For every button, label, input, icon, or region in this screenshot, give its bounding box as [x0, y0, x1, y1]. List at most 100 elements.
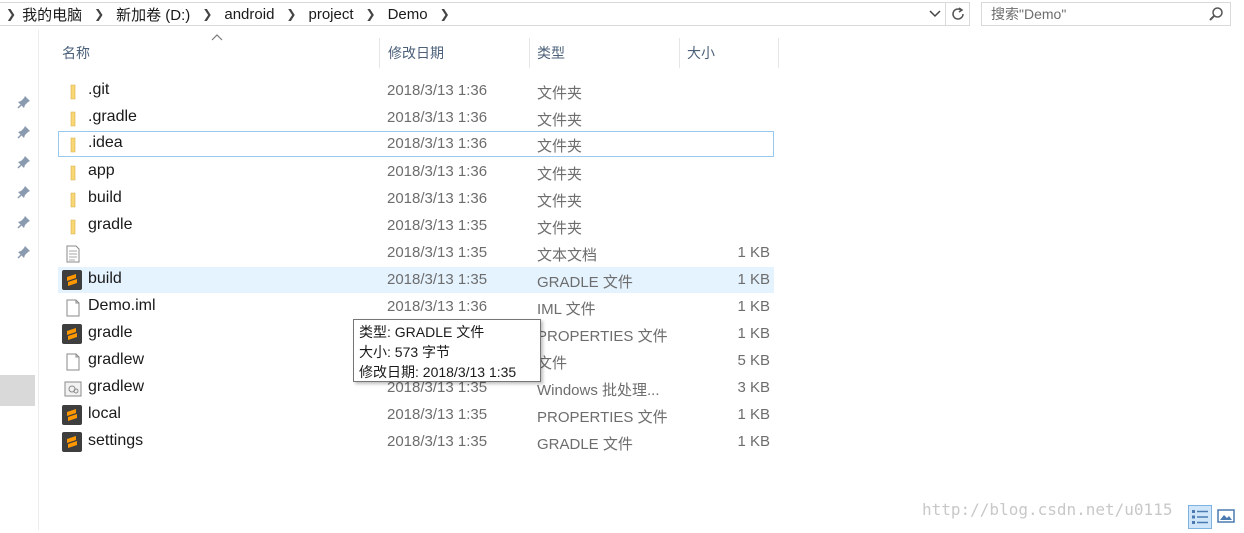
folder-icon: [70, 192, 76, 208]
file-name: local: [88, 405, 121, 422]
column-divider[interactable]: [679, 38, 680, 68]
pin-icon[interactable]: [17, 185, 31, 199]
file-info-tooltip: 类型: GRADLE 文件 大小: 573 字节 修改日期: 2018/3/13…: [353, 319, 541, 382]
file-type: 文件夹: [537, 166, 583, 183]
breadcrumb-my-computer[interactable]: 我的电脑: [22, 4, 82, 25]
pin-icon[interactable]: [17, 155, 31, 169]
file-row[interactable]: 2018/3/13 1:35 文本文档 1 KB: [58, 240, 774, 266]
tooltip-modified: 修改日期: 2018/3/13 1:35: [359, 364, 517, 380]
file-row[interactable]: app 2018/3/13 1:36 文件夹: [58, 159, 774, 185]
breadcrumb-chevron-icon[interactable]: ❯: [440, 7, 450, 21]
folder-icon: [70, 84, 76, 100]
file-date: 2018/3/13 1:36: [387, 163, 488, 180]
file-name: gradlew: [88, 351, 145, 368]
address-history-dropdown-icon[interactable]: [925, 3, 945, 25]
file-type: Windows 批处理...: [537, 382, 660, 399]
file-type: 文本文档: [537, 247, 598, 264]
column-divider[interactable]: [778, 38, 779, 68]
column-header-type[interactable]: 类型: [537, 42, 667, 68]
sublime-file-icon: [62, 270, 82, 290]
text-document-icon: [66, 245, 80, 263]
search-input[interactable]: 搜索"Demo": [991, 4, 1066, 24]
file-size: 1 KB: [737, 244, 770, 261]
file-name: Demo.iml: [88, 297, 156, 314]
sublime-file-icon: [62, 324, 82, 344]
large-icons-view-button[interactable]: [1215, 505, 1239, 529]
pin-icon[interactable]: [17, 215, 31, 229]
file-type: IML 文件: [537, 301, 596, 318]
breadcrumb-chevron-icon[interactable]: ❯: [202, 7, 212, 21]
file-size: 5 KB: [737, 352, 770, 369]
search-icon[interactable]: [1208, 6, 1224, 22]
folder-icon: [70, 111, 76, 127]
file-date: 2018/3/13 1:35: [387, 217, 488, 234]
sort-ascending-icon: [211, 34, 223, 41]
column-divider[interactable]: [379, 38, 380, 68]
file-size: 1 KB: [737, 406, 770, 423]
file-date: 2018/3/13 1:36: [387, 135, 488, 152]
file-size: 1 KB: [737, 271, 770, 288]
file-type: PROPERTIES 文件: [537, 328, 668, 345]
file-name: settings: [88, 432, 144, 449]
file-name: gradle: [88, 324, 133, 341]
pin-icon[interactable]: [17, 125, 31, 139]
file-row-hovered[interactable]: build 2018/3/13 1:35 GRADLE 文件 1 KB: [58, 267, 774, 293]
file-name: .idea: [88, 134, 123, 151]
column-header-name[interactable]: 名称: [62, 42, 362, 68]
file-type: 文件夹: [537, 138, 583, 155]
file-row[interactable]: local 2018/3/13 1:35 PROPERTIES 文件 1 KB: [58, 402, 774, 428]
file-row[interactable]: .git 2018/3/13 1:36 文件夹: [58, 78, 774, 104]
pin-icon[interactable]: [17, 245, 31, 259]
file-row[interactable]: gradle 2018/3/13 1:35 文件夹: [58, 213, 774, 239]
column-divider[interactable]: [529, 38, 530, 68]
refresh-button[interactable]: [946, 2, 970, 26]
file-date: 2018/3/13 1:36: [387, 190, 488, 207]
file-row-focused[interactable]: .idea 2018/3/13 1:36 文件夹: [58, 131, 774, 157]
file-date: 2018/3/13 1:35: [387, 433, 488, 450]
blank-file-icon: [66, 299, 80, 317]
column-header-date[interactable]: 修改日期: [388, 42, 518, 68]
file-size: 1 KB: [737, 433, 770, 450]
nav-selected-item[interactable]: [0, 375, 35, 406]
address-bar[interactable]: ❯ 我的电脑 ❯ 新加卷 (D:) ❯ android ❯ project ❯ …: [0, 2, 946, 26]
file-row[interactable]: Demo.iml 2018/3/13 1:36 IML 文件 1 KB: [58, 294, 774, 320]
large-icons-view-icon: [1217, 509, 1235, 523]
blank-file-icon: [66, 353, 80, 371]
details-view-button[interactable]: [1188, 505, 1212, 529]
file-type: 文件夹: [537, 220, 583, 237]
breadcrumb-chevron-icon[interactable]: ❯: [366, 7, 376, 21]
file-size: 3 KB: [737, 379, 770, 396]
search-box[interactable]: 搜索"Demo": [981, 2, 1231, 26]
navigation-pane[interactable]: [0, 30, 39, 530]
file-type: 文件夹: [537, 193, 583, 210]
folder-icon: [70, 137, 76, 153]
file-name: gradlew: [88, 378, 145, 395]
sublime-file-icon: [62, 405, 82, 425]
breadcrumb-chevron-icon[interactable]: ❯: [94, 7, 104, 21]
file-date: 2018/3/13 1:36: [387, 82, 488, 99]
nav-chevron-icon[interactable]: ❯: [6, 7, 16, 21]
file-date: 2018/3/13 1:35: [387, 271, 488, 288]
tooltip-type: 类型: GRADLE 文件: [359, 324, 485, 340]
file-row[interactable]: .gradle 2018/3/13 1:36 文件夹: [58, 105, 774, 131]
file-name: build: [88, 189, 122, 206]
file-row[interactable]: settings 2018/3/13 1:35 GRADLE 文件 1 KB: [58, 429, 774, 455]
watermark-text: http://blog.csdn.net/u0115: [922, 500, 1173, 519]
file-name: .git: [88, 81, 110, 98]
file-date: 2018/3/13 1:36: [387, 298, 488, 315]
breadcrumb-chevron-icon[interactable]: ❯: [286, 7, 296, 21]
breadcrumb-demo[interactable]: Demo: [388, 6, 428, 23]
file-date: 2018/3/13 1:35: [387, 406, 488, 423]
file-name: gradle: [88, 216, 133, 233]
column-header-size[interactable]: 大小: [687, 42, 767, 68]
file-row[interactable]: build 2018/3/13 1:36 文件夹: [58, 186, 774, 212]
file-type: 文件夹: [537, 85, 583, 102]
breadcrumb-project[interactable]: project: [308, 6, 353, 23]
breadcrumb-drive[interactable]: 新加卷 (D:): [116, 4, 190, 25]
file-type: PROPERTIES 文件: [537, 409, 668, 426]
breadcrumb-android[interactable]: android: [224, 6, 274, 23]
file-type: 文件夹: [537, 112, 583, 129]
tooltip-size: 大小: 573 字节: [359, 344, 451, 360]
file-type: GRADLE 文件: [537, 436, 633, 453]
pin-icon[interactable]: [17, 95, 31, 109]
